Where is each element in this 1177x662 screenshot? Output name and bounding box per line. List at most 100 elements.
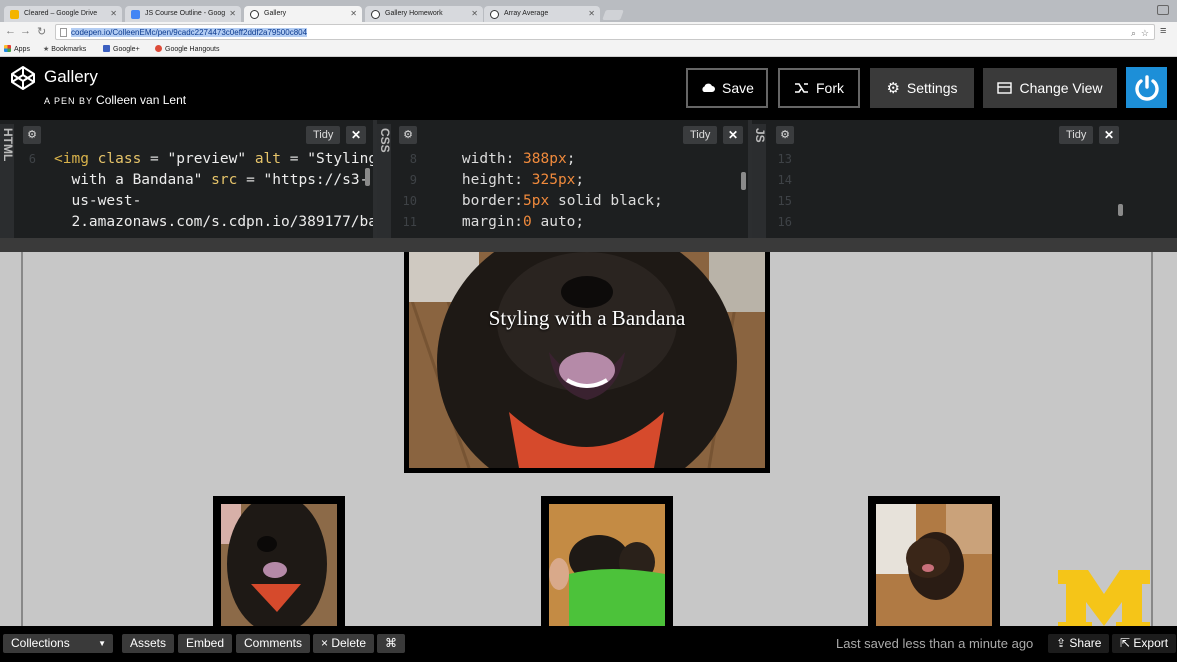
collections-dropdown[interactable]: Collections ▼ — [3, 634, 113, 653]
bookmark-star-icon[interactable]: ☆ — [1141, 28, 1149, 39]
html-line-numbers: 6 — [16, 149, 36, 233]
line-number — [16, 191, 36, 212]
close-tab-icon[interactable]: ✕ — [350, 9, 357, 18]
bookmark-google-plus[interactable]: Google+ — [103, 45, 140, 53]
change-view-button[interactable]: Change View — [983, 68, 1117, 108]
code-token: ; — [575, 172, 585, 188]
css-settings-gear-icon[interactable]: ⚙ — [399, 126, 417, 144]
line-number — [16, 212, 36, 233]
browser-tab-js-course-outline[interactable]: JS Course Outline - Goog ✕ — [125, 6, 241, 22]
css-close-button[interactable]: ✕ — [723, 126, 743, 144]
css-scrollbar[interactable] — [741, 172, 746, 190]
close-tab-icon[interactable]: ✕ — [471, 9, 478, 18]
export-button[interactable]: ⇱ Export — [1112, 634, 1177, 653]
browser-tab-array-average[interactable]: Array Average ✕ — [484, 6, 600, 22]
save-button[interactable]: Save — [686, 68, 768, 108]
js-scrollbar[interactable] — [1118, 204, 1123, 216]
code-token: = — [281, 151, 308, 167]
line-number: 16 — [777, 215, 792, 229]
browser-tab-gallery-homework[interactable]: Gallery Homework ✕ — [365, 6, 483, 22]
code-token: <img — [54, 151, 98, 167]
code-line: 2.amazonaws.com/s.cdpn.io/389177/ba — [54, 212, 377, 233]
codepen-header: Gallery A PEN BY Colleen van Lent Save Fo… — [0, 57, 1177, 120]
html-code[interactable]: <img class = "preview" alt = "Styling wi… — [54, 149, 377, 233]
code-token: us-west- — [54, 193, 142, 209]
code-token: border: — [427, 193, 524, 209]
reload-icon[interactable]: ↻ — [37, 25, 46, 38]
url-input[interactable]: codepen.io/ColleenEMc/pen/9cadc2274473c0… — [55, 24, 1155, 40]
close-tab-icon[interactable]: ✕ — [229, 9, 236, 18]
author-name[interactable]: Colleen van Lent — [96, 93, 186, 107]
thumbnail-3[interactable] — [868, 496, 1000, 626]
html-close-button[interactable]: ✕ — [346, 126, 366, 144]
line-number: 9 — [409, 173, 417, 187]
code-line: <img class = "preview" alt = "Styling — [54, 149, 377, 170]
code-token: "preview" — [167, 151, 247, 167]
zoom-icon[interactable]: ⌕ — [1131, 28, 1136, 39]
editor-resize-bar[interactable] — [0, 238, 1177, 252]
code-token: "https://s3- — [263, 172, 369, 188]
bookmark-apps[interactable]: Apps — [4, 45, 30, 53]
css-code[interactable]: width: 388px; height: 325px; border:5px … — [427, 149, 663, 233]
code-line: margin:0 auto; — [427, 212, 663, 233]
code-token: src — [211, 172, 238, 188]
dog-with-child-thumb-image — [549, 504, 665, 626]
forward-icon[interactable]: → — [20, 25, 31, 37]
thumbnail-1[interactable] — [213, 496, 345, 626]
code-token: 325px — [531, 172, 576, 188]
close-tab-icon[interactable]: ✕ — [110, 9, 117, 18]
js-editor: JS ⚙ Tidy ✕ 13 14 15 16 — [752, 120, 1177, 238]
js-tidy-button[interactable]: Tidy — [1059, 126, 1094, 144]
html-tidy-button[interactable]: Tidy — [306, 126, 341, 144]
new-tab-button[interactable] — [602, 10, 624, 20]
tab-label: JS Course Outline - Goog — [145, 10, 226, 17]
css-line-numbers: 8 9 10 11 — [397, 149, 417, 233]
url-domain: codepen.io — [71, 28, 111, 37]
comments-button[interactable]: Comments — [236, 634, 311, 653]
fork-button[interactable]: Fork — [778, 68, 860, 108]
browser-tab-gallery[interactable]: Gallery ✕ — [244, 6, 362, 22]
google-plus-icon — [103, 45, 110, 52]
window-user-icon[interactable] — [1157, 5, 1169, 15]
html-scrollbar[interactable] — [365, 168, 370, 186]
code-token: width: — [427, 151, 524, 167]
code-token: "Styling — [307, 151, 378, 167]
close-tab-icon[interactable]: ✕ — [588, 9, 595, 18]
layout-icon — [997, 82, 1013, 94]
menu-icon[interactable]: ≡ — [1160, 25, 1166, 37]
pen-title[interactable]: Gallery — [44, 67, 98, 87]
cloud-icon — [702, 83, 716, 92]
keyboard-shortcuts-button[interactable]: ⌘ — [377, 634, 405, 653]
thumbnail-2[interactable] — [541, 496, 673, 626]
js-editor-label: JS — [752, 124, 767, 238]
bookmark-google-hangouts[interactable]: Google Hangouts — [155, 45, 219, 53]
settings-button[interactable]: ⚙ Settings — [870, 68, 974, 108]
browser-tab-google-drive[interactable]: Cleared – Google Drive ✕ — [4, 6, 122, 22]
codepen-logo-icon[interactable] — [10, 65, 36, 91]
tab-label: Gallery Homework — [385, 10, 443, 17]
share-icon: ⇪ — [1056, 636, 1070, 650]
css-tidy-button[interactable]: Tidy — [683, 126, 718, 144]
code-token: solid black; — [549, 193, 663, 209]
embed-button[interactable]: Embed — [178, 634, 233, 653]
code-token: with a Bandana" — [54, 172, 203, 188]
code-line: with a Bandana" src = "https://s3- — [54, 170, 377, 191]
bookmark-bookmarks[interactable]: ★ Bookmarks — [43, 45, 86, 53]
address-bar-row: ← → ↻ codepen.io/ColleenEMc/pen/9cadc227… — [0, 22, 1177, 42]
code-token: class — [97, 151, 142, 167]
user-menu-button[interactable] — [1126, 67, 1167, 108]
js-close-button[interactable]: ✕ — [1099, 126, 1119, 144]
delete-button[interactable]: × Delete — [313, 634, 375, 653]
html-settings-gear-icon[interactable]: ⚙ — [23, 126, 41, 144]
assets-button[interactable]: Assets — [122, 634, 175, 653]
docs-icon — [131, 10, 140, 19]
js-settings-gear-icon[interactable]: ⚙ — [776, 126, 794, 144]
star-icon: ★ — [43, 46, 50, 53]
by-label: A PEN BY — [44, 96, 94, 106]
tab-label: Cleared – Google Drive — [24, 10, 98, 17]
share-button[interactable]: ⇪ Share — [1048, 634, 1110, 653]
line-number: 13 — [777, 152, 792, 166]
back-icon[interactable]: ← — [5, 25, 16, 37]
code-line: us-west- — [54, 191, 377, 212]
